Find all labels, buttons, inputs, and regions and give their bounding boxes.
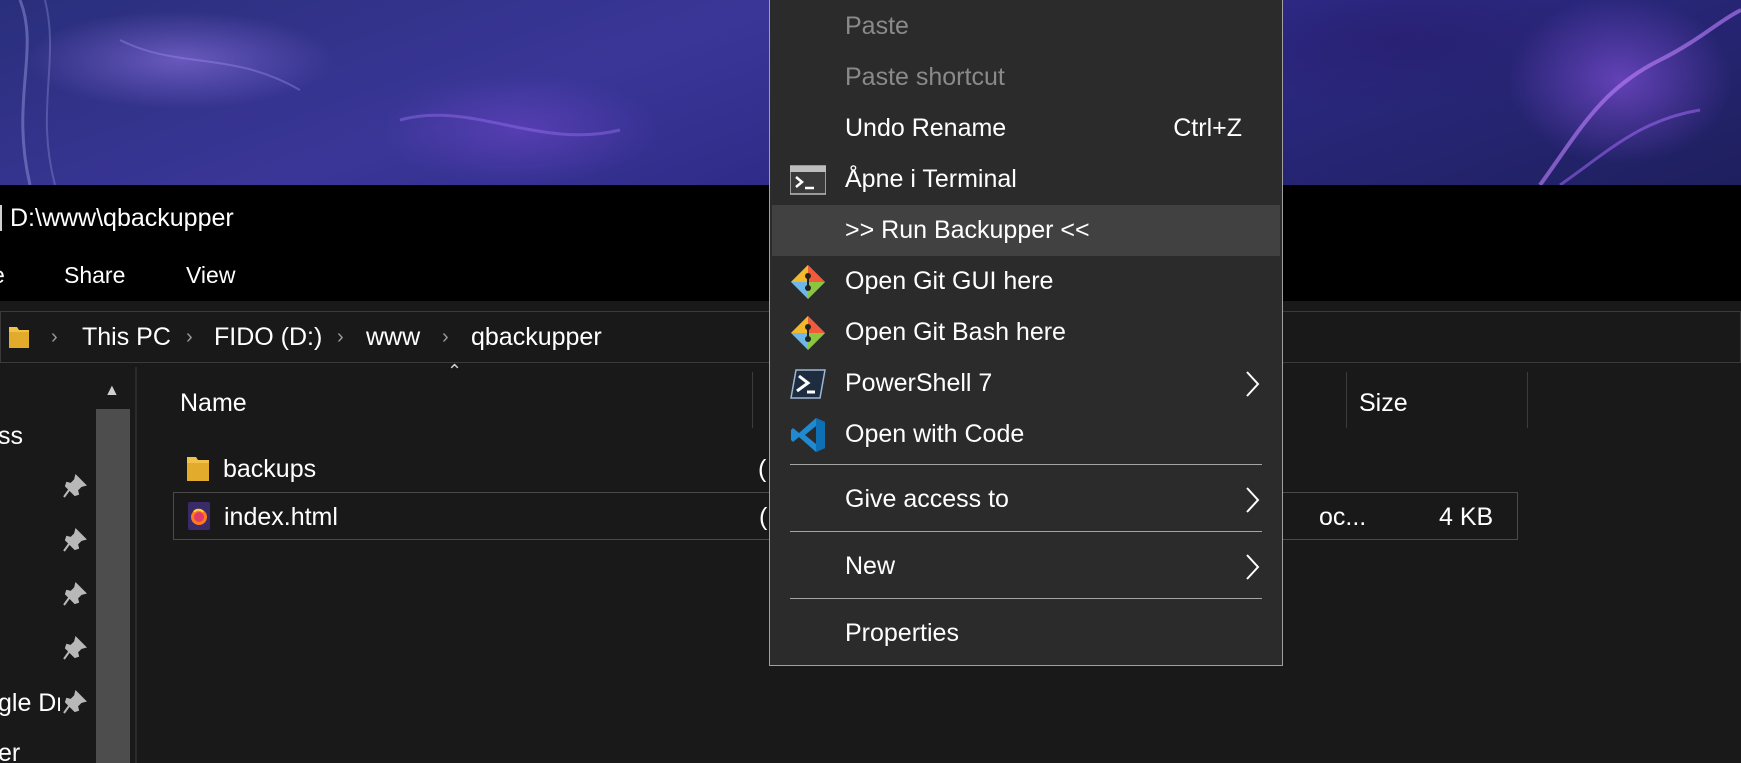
window-edge xyxy=(0,205,2,231)
chevron-right-icon[interactable]: › xyxy=(186,326,193,349)
menu-separator xyxy=(790,598,1262,599)
pin-icon xyxy=(63,528,87,552)
navigation-pane: ▲ ss gle Dr er xyxy=(0,367,137,763)
menu-item-open-git-gui[interactable]: Open Git GUI here xyxy=(770,256,1282,307)
menu-item-label: Give access to xyxy=(845,485,1009,513)
menu-item-label: Open Git Bash here xyxy=(845,318,1066,346)
menu-item-paste-shortcut: Paste shortcut xyxy=(770,52,1282,103)
pin-icon xyxy=(63,636,87,660)
menu-item-properties[interactable]: Properties xyxy=(770,608,1282,659)
chevron-right-icon xyxy=(1246,554,1260,580)
menu-separator xyxy=(790,464,1262,465)
menu-item-label: Open Git GUI here xyxy=(845,267,1054,295)
menu-item-label: Paste xyxy=(845,12,909,40)
breadcrumb-drive[interactable]: FIDO (D:) xyxy=(214,323,322,352)
file-size: 4 KB xyxy=(1439,503,1494,531)
menu-item-open-git-bash[interactable]: Open Git Bash here xyxy=(770,307,1282,358)
menu-item-new[interactable]: New xyxy=(770,541,1282,592)
chevron-right-icon xyxy=(1246,487,1260,513)
scroll-up-arrow[interactable]: ▲ xyxy=(104,382,120,400)
menu-item-give-access-to[interactable]: Give access to xyxy=(770,474,1282,525)
chevron-right-icon[interactable]: › xyxy=(442,326,449,349)
tab-home-partial[interactable]: e xyxy=(0,262,5,289)
tab-view[interactable]: View xyxy=(186,262,235,289)
tab-share[interactable]: Share xyxy=(64,262,125,289)
menu-item-undo-rename[interactable]: Undo Rename Ctrl+Z xyxy=(770,103,1282,154)
menu-item-label: >> Run Backupper << xyxy=(845,216,1090,244)
column-header-size[interactable]: Size xyxy=(1359,389,1408,418)
firefox-html-icon xyxy=(188,502,210,530)
menu-separator xyxy=(790,531,1262,532)
menu-item-label: Properties xyxy=(845,619,959,647)
file-date-partial: ( xyxy=(759,503,768,531)
breadcrumb-www[interactable]: www xyxy=(366,323,420,352)
menu-item-label: Åpne i Terminal xyxy=(845,165,1017,193)
menu-item-open-with-code[interactable]: Open with Code xyxy=(770,409,1282,460)
vscode-icon xyxy=(791,418,825,452)
pin-icon xyxy=(63,582,87,606)
menu-item-label: Undo Rename xyxy=(845,114,1007,142)
nav-item-google-drive[interactable]: gle Dr xyxy=(0,689,60,718)
terminal-icon xyxy=(790,165,826,195)
column-divider[interactable] xyxy=(1346,372,1347,428)
menu-item-label: Paste shortcut xyxy=(845,63,1005,91)
git-icon xyxy=(791,265,825,299)
menu-item-paste: Paste xyxy=(770,1,1282,52)
menu-item-open-terminal[interactable]: Åpne i Terminal xyxy=(770,154,1282,205)
file-type-partial: oc... xyxy=(1319,503,1367,531)
git-icon xyxy=(791,316,825,350)
nav-item-quick-access[interactable]: ss xyxy=(0,422,58,451)
sort-ascending-icon: ⌃ xyxy=(447,361,463,381)
file-name: index.html xyxy=(224,503,338,531)
file-date-partial: ( xyxy=(758,455,767,483)
pin-icon xyxy=(63,474,87,498)
folder-icon xyxy=(187,457,209,481)
column-header-name[interactable]: Name xyxy=(180,389,247,418)
chevron-right-icon[interactable]: › xyxy=(337,326,344,349)
breadcrumb-qbackupper[interactable]: qbackupper xyxy=(471,323,602,352)
menu-item-run-backupper[interactable]: >> Run Backupper << xyxy=(772,205,1280,256)
powershell-icon xyxy=(790,369,826,399)
pin-icon xyxy=(63,690,87,714)
nav-scrollbar[interactable] xyxy=(96,409,130,763)
chevron-right-icon xyxy=(1246,371,1260,397)
nav-item-partial[interactable]: er xyxy=(0,739,58,763)
file-name: backups xyxy=(223,455,317,483)
breadcrumb-this-pc[interactable]: This PC xyxy=(82,323,171,352)
column-divider[interactable] xyxy=(752,372,753,428)
chevron-right-icon[interactable]: › xyxy=(51,326,58,349)
menu-item-label: PowerShell 7 xyxy=(845,369,993,397)
menu-item-label: Open with Code xyxy=(845,420,1025,448)
context-menu: Paste Paste shortcut Undo Rename Ctrl+Z … xyxy=(769,0,1283,666)
menu-item-powershell-7[interactable]: PowerShell 7 xyxy=(770,358,1282,409)
column-divider[interactable] xyxy=(1527,372,1528,428)
window-title: D:\www\qbackupper xyxy=(10,204,234,232)
menu-item-shortcut: Ctrl+Z xyxy=(1173,114,1242,142)
menu-item-label: New xyxy=(845,552,896,580)
folder-icon xyxy=(9,327,29,348)
